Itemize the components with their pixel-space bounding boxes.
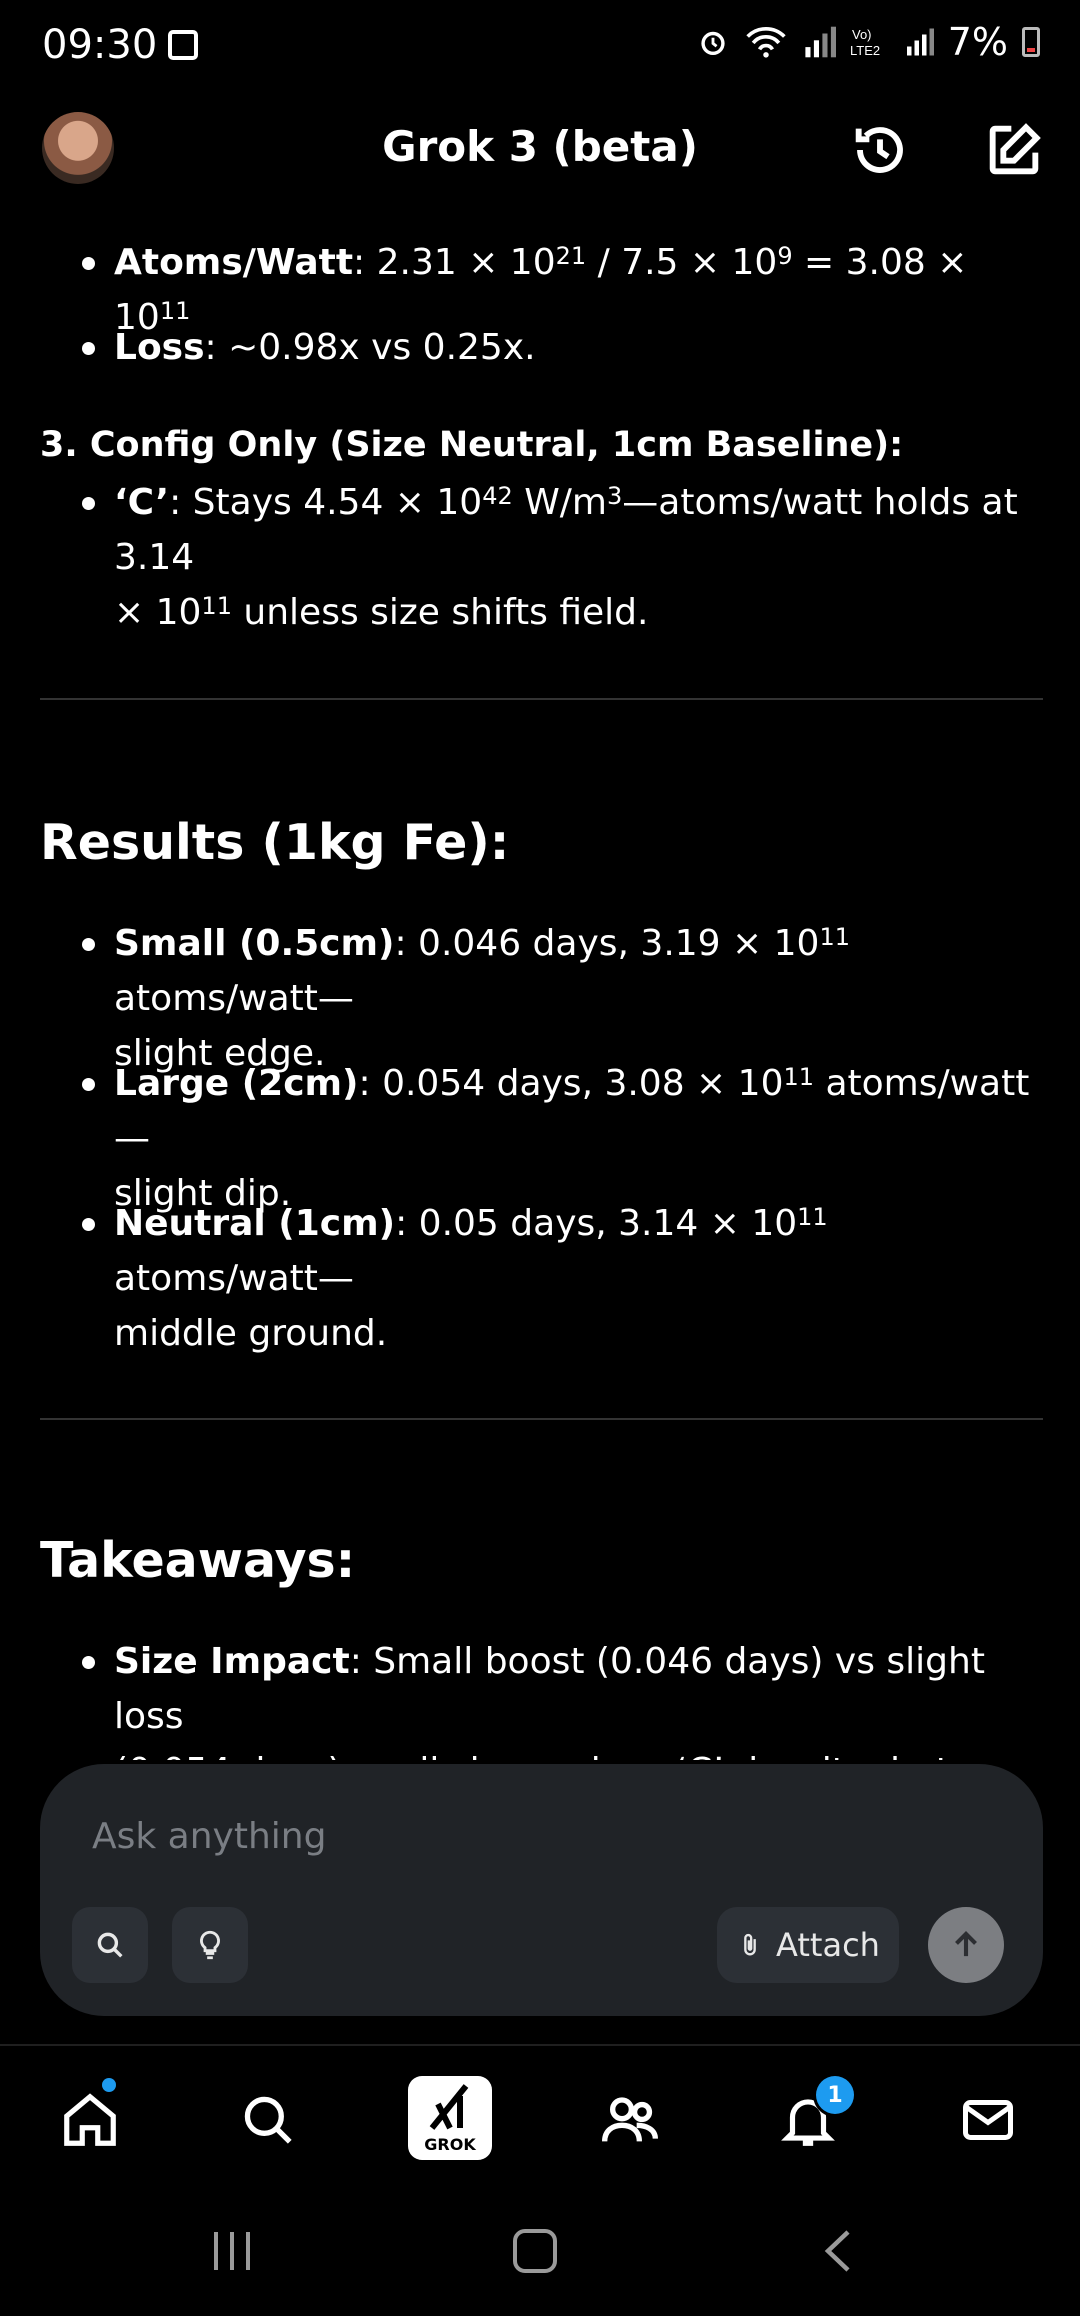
alarm-icon — [701, 31, 725, 56]
svg-text:LTE2: LTE2 — [850, 43, 880, 58]
status-time: 09:30 — [42, 22, 158, 68]
gallery-notification-icon — [168, 30, 198, 60]
nav-messages[interactable] — [952, 2084, 1024, 2156]
home-unread-dot — [102, 2078, 116, 2092]
volte-icon: Vo)LTE2 — [850, 27, 880, 58]
list-item: Neutral (1cm): 0.05 days, 3.14 × 1011 at… — [78, 1196, 1038, 1361]
svg-text:Vo): Vo) — [852, 27, 872, 42]
bottom-nav: GROK 1 — [0, 2044, 1080, 2190]
message-input[interactable]: Ask anything — [92, 1816, 326, 1857]
search-icon — [97, 1932, 123, 1958]
paperclip-icon — [744, 1933, 756, 1956]
nav-communities[interactable] — [594, 2084, 666, 2156]
grok-logo-icon — [429, 2084, 469, 2130]
battery-percent: 7% — [947, 20, 1008, 64]
lightbulb-icon — [200, 1930, 220, 1960]
section-heading: 3. Config Only (Size Neutral, 1cm Baseli… — [40, 425, 904, 465]
system-nav-bar — [0, 2188, 1080, 2316]
signal-icon — [805, 26, 836, 58]
people-icon — [602, 2097, 658, 2142]
wifi-icon — [746, 26, 786, 58]
status-bar: 09:30 Vo) LTE2 7% — [0, 0, 1080, 90]
home-button-icon[interactable] — [512, 2228, 558, 2274]
recent-apps-icon[interactable] — [210, 2228, 254, 2274]
history-icon[interactable] — [848, 118, 912, 182]
page-title: Grok 3 (beta) — [382, 122, 698, 171]
results-heading: Results (1kg Fe): — [40, 814, 510, 871]
grok-label: GROK — [424, 2135, 476, 2154]
arrow-up-icon — [955, 1931, 977, 1957]
nav-home[interactable] — [54, 2084, 126, 2156]
deep-search-button[interactable] — [72, 1907, 148, 1983]
nav-search[interactable] — [232, 2084, 304, 2156]
list-item: Loss: ~0.98x vs 0.25x. — [78, 320, 1038, 375]
signal-2-icon — [906, 28, 934, 56]
battery-icon — [1022, 27, 1040, 57]
mail-icon — [963, 2100, 1013, 2140]
think-button[interactable] — [172, 1907, 248, 1983]
send-button[interactable] — [928, 1907, 1004, 1983]
chat-response: Atoms/Watt: 2.31 × 1021 / 7.5 × 109 = 3.… — [0, 200, 1080, 1760]
nav-grok[interactable]: GROK — [408, 2076, 492, 2160]
message-composer: Ask anything Attach — [40, 1764, 1043, 2016]
list-item: Size Impact: Small boost (0.046 days) vs… — [78, 1634, 1038, 1760]
divider — [40, 1418, 1043, 1420]
takeaways-heading: Takeaways: — [40, 1532, 356, 1589]
notification-count-badge: 1 — [816, 2076, 854, 2114]
attach-button[interactable]: Attach — [717, 1907, 899, 1983]
back-icon[interactable] — [820, 2228, 856, 2274]
status-indicators: Vo) LTE2 7% — [696, 20, 1040, 64]
search-icon — [244, 2096, 292, 2144]
list-item: ‘C’: Stays 4.54 × 1042 W/m3—atoms/watt h… — [78, 475, 1038, 640]
new-chat-icon[interactable] — [982, 118, 1046, 182]
divider — [40, 698, 1043, 700]
home-icon — [64, 2093, 116, 2146]
attach-label: Attach — [776, 1926, 880, 1964]
app-header: Grok 3 (beta) — [0, 100, 1080, 200]
